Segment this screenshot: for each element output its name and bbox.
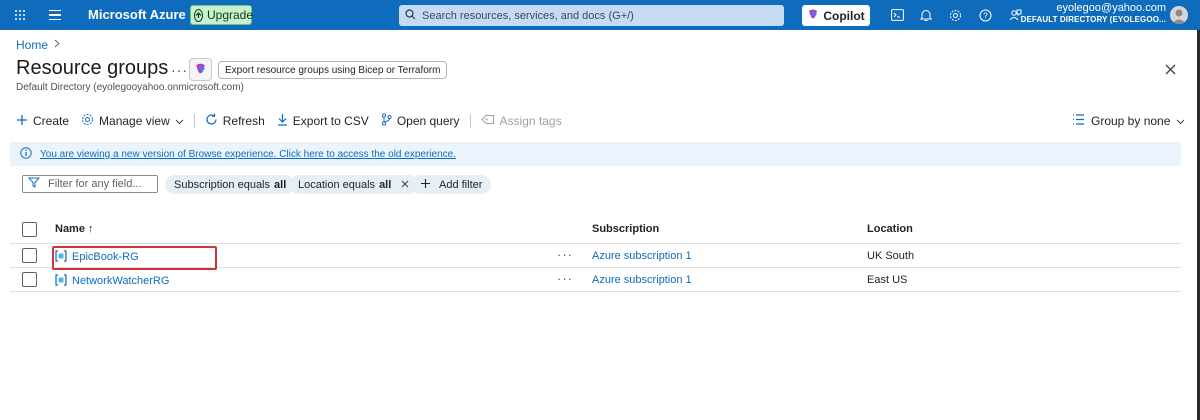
export-csv-button[interactable]: Export to CSV bbox=[271, 112, 375, 130]
filter-field[interactable] bbox=[22, 175, 158, 193]
old-experience-link[interactable]: You are viewing a new version of Browse … bbox=[40, 149, 456, 160]
subscription-cell: Azure subscription 1 bbox=[592, 274, 692, 286]
upgrade-button[interactable]: Upgrade bbox=[190, 5, 254, 25]
location-filter-value: all bbox=[379, 178, 392, 191]
info-banner: You are viewing a new version of Browse … bbox=[10, 142, 1181, 166]
export-bicep-terraform-button[interactable]: Export resource groups using Bicep or Te… bbox=[218, 61, 448, 79]
plus-icon bbox=[420, 178, 431, 192]
copilot-icon bbox=[194, 62, 207, 78]
row-more-actions-button[interactable]: ··· bbox=[557, 247, 573, 262]
export-csv-label: Export to CSV bbox=[292, 114, 369, 128]
help-icon[interactable]: ? bbox=[976, 6, 994, 24]
toolbar-divider bbox=[193, 114, 195, 128]
column-header-subscription[interactable]: Subscription bbox=[592, 223, 659, 235]
subscription-link[interactable]: Azure subscription 1 bbox=[592, 274, 692, 286]
directory-subtitle: Default Directory (eyolegooyahoo.onmicro… bbox=[16, 82, 244, 93]
create-label: Create bbox=[33, 114, 70, 128]
copilot-button[interactable]: Copilot bbox=[802, 5, 870, 26]
page-title: Resource groups bbox=[16, 57, 169, 79]
assign-tags-label: Assign tags bbox=[499, 114, 562, 128]
filter-icon bbox=[27, 177, 41, 191]
row-checkbox[interactable] bbox=[22, 272, 37, 287]
close-icon[interactable] bbox=[401, 179, 409, 191]
hamburger-menu-icon[interactable] bbox=[46, 6, 64, 24]
location-filter-prefix: Location equals bbox=[298, 178, 376, 191]
resource-group-icon bbox=[55, 274, 67, 289]
cloud-shell-icon[interactable] bbox=[888, 6, 906, 24]
arrow-up-icon bbox=[194, 8, 203, 22]
subscription-filter-prefix: Subscription equals bbox=[174, 178, 271, 191]
create-button[interactable]: Create bbox=[10, 112, 75, 130]
command-bar: Create Manage view Refresh Export to CSV… bbox=[10, 112, 568, 130]
app-launcher-icon[interactable] bbox=[10, 5, 30, 25]
resource-group-icon bbox=[55, 250, 67, 265]
subscription-cell: Azure subscription 1 bbox=[592, 250, 692, 262]
upgrade-label: Upgrade bbox=[207, 8, 254, 22]
name-cell: NetworkWatcherRG bbox=[55, 274, 169, 289]
brand-title[interactable]: Microsoft Azure bbox=[88, 7, 186, 22]
copilot-icon bbox=[807, 8, 819, 23]
copilot-assist-button[interactable] bbox=[189, 58, 212, 81]
breadcrumb-home-link[interactable]: Home bbox=[16, 38, 48, 52]
select-all-checkbox[interactable] bbox=[22, 222, 37, 237]
add-filter-label: Add filter bbox=[439, 178, 483, 191]
gear-icon bbox=[81, 113, 94, 129]
search-icon bbox=[405, 8, 416, 23]
row-checkbox[interactable] bbox=[22, 248, 37, 263]
row-more-actions-button[interactable]: ··· bbox=[557, 271, 573, 286]
manage-view-button[interactable]: Manage view bbox=[75, 112, 190, 130]
table-row[interactable]: NetworkWatcherRG ··· Azure subscription … bbox=[10, 268, 1181, 292]
resource-groups-table: Name ↑ Subscription Location EpicBook-RG… bbox=[10, 214, 1181, 292]
more-actions-button[interactable]: ··· bbox=[171, 62, 188, 78]
filter-input[interactable] bbox=[48, 178, 148, 190]
copilot-label: Copilot bbox=[823, 8, 865, 23]
name-cell: EpicBook-RG bbox=[55, 250, 139, 265]
group-by-dropdown[interactable]: Group by none bbox=[1072, 112, 1185, 130]
table-header-row: Name ↑ Subscription Location bbox=[10, 214, 1181, 244]
download-icon bbox=[277, 113, 288, 129]
plus-icon bbox=[16, 114, 28, 129]
assign-tags-button[interactable]: Assign tags bbox=[475, 112, 568, 130]
global-search-input[interactable] bbox=[422, 9, 772, 22]
query-icon bbox=[381, 113, 392, 129]
subscription-link[interactable]: Azure subscription 1 bbox=[592, 250, 692, 262]
breadcrumb: Home bbox=[16, 38, 60, 52]
settings-icon[interactable] bbox=[946, 6, 964, 24]
resource-group-link[interactable]: NetworkWatcherRG bbox=[72, 275, 169, 287]
toolbar-divider bbox=[469, 114, 471, 128]
global-search-box[interactable] bbox=[399, 5, 784, 26]
account-info[interactable]: eyolegoo@yahoo.com DEFAULT DIRECTORY (EY… bbox=[1000, 3, 1166, 25]
open-query-button[interactable]: Open query bbox=[375, 112, 466, 130]
refresh-icon bbox=[205, 113, 218, 129]
column-header-name[interactable]: Name ↑ bbox=[55, 223, 94, 235]
svg-text:?: ? bbox=[983, 11, 988, 20]
table-row[interactable]: EpicBook-RG ··· Azure subscription 1 UK … bbox=[10, 244, 1181, 268]
account-email: eyolegoo@yahoo.com bbox=[1056, 2, 1166, 14]
avatar[interactable] bbox=[1170, 6, 1188, 24]
location-filter-pill[interactable]: Location equals all bbox=[289, 175, 419, 194]
account-directory: DEFAULT DIRECTORY (EYOLEGOO... bbox=[1020, 15, 1166, 24]
location-cell: UK South bbox=[867, 250, 915, 262]
refresh-button[interactable]: Refresh bbox=[199, 112, 271, 130]
column-header-location[interactable]: Location bbox=[867, 223, 913, 235]
chevron-down-icon bbox=[1176, 114, 1185, 128]
info-icon bbox=[20, 146, 32, 162]
close-icon[interactable] bbox=[1161, 60, 1179, 78]
location-cell: East US bbox=[867, 274, 908, 286]
subscription-filter-pill[interactable]: Subscription equals all bbox=[165, 175, 296, 194]
chevron-down-icon bbox=[175, 114, 184, 128]
notifications-icon[interactable] bbox=[917, 6, 935, 24]
chevron-right-icon bbox=[54, 39, 60, 51]
group-by-label: Group by none bbox=[1091, 114, 1171, 128]
manage-view-label: Manage view bbox=[99, 114, 170, 128]
resource-group-link[interactable]: EpicBook-RG bbox=[72, 251, 139, 263]
refresh-label: Refresh bbox=[222, 114, 265, 128]
list-icon bbox=[1072, 114, 1085, 128]
open-query-label: Open query bbox=[396, 114, 460, 128]
top-navigation-bar: Microsoft Azure Upgrade Copilot ? eyoleg… bbox=[0, 0, 1200, 30]
tag-icon bbox=[480, 114, 495, 128]
subscription-filter-value: all bbox=[274, 178, 287, 191]
add-filter-button[interactable]: Add filter bbox=[411, 175, 492, 194]
